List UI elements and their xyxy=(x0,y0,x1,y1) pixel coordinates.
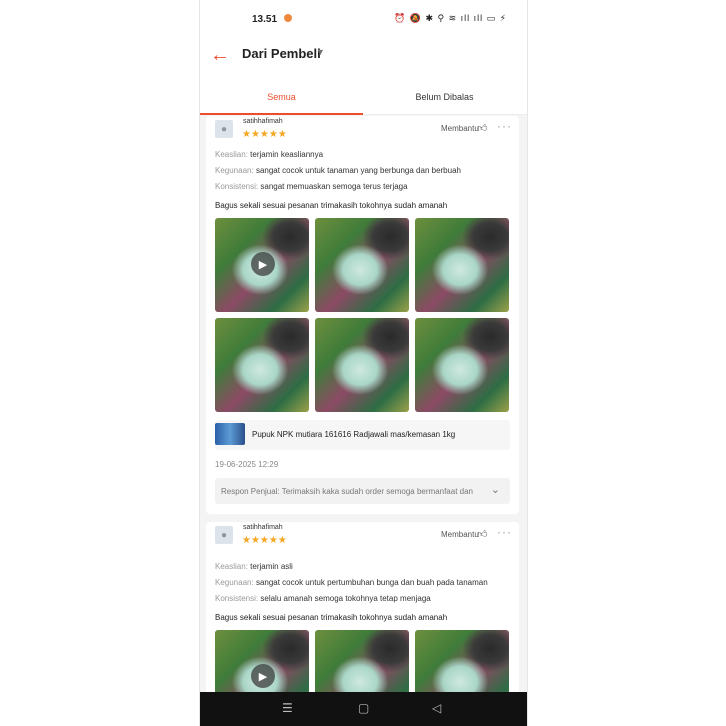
attribute-row: Keaslian: terjamin keasliannya xyxy=(215,150,323,159)
review-video-thumbnail[interactable]: ▶ xyxy=(215,218,309,312)
notification-icon xyxy=(284,14,292,22)
product-link[interactable]: Pupuk NPK mutiara 161616 Radjawali mas/k… xyxy=(215,420,510,450)
back-icon[interactable]: ◁ xyxy=(432,701,441,715)
attribute-row: Konsistensi: selalu amanah semoga tokohn… xyxy=(215,594,431,603)
seller-response-text: Respon Penjual: Terimaksih kaka sudah or… xyxy=(221,487,473,496)
play-icon[interactable]: ▶ xyxy=(251,664,275,688)
more-options-icon[interactable]: ··· xyxy=(497,525,512,539)
helpful-label[interactable]: Membantu xyxy=(441,124,479,133)
avatar: ● xyxy=(215,526,233,544)
attribute-row: Keaslian: terjamin asli xyxy=(215,562,293,571)
tab-belum-dibalas[interactable]: Belum Dibalas xyxy=(363,92,526,102)
star-rating: ★★★★★ xyxy=(242,129,287,140)
phone-screen: 13.51 ⏰ 🔕 ✱ ⚲ ≋ ıll ıll ▭ ⚡ ← Dari Pembe… xyxy=(199,0,528,726)
attribute-key: Konsistensi: xyxy=(215,182,259,191)
attribute-key: Keaslian: xyxy=(215,562,248,571)
attribute-key: Konsistensi: xyxy=(215,594,259,603)
review-card: ● satihhafimah ★★★★★ Membantu 👍︎ ··· Kea… xyxy=(206,522,519,724)
attribute-value: sangat memuaskan semoga terus terjaga xyxy=(260,182,408,191)
attribute-row: Kegunaan: sangat cocok untuk tanaman yan… xyxy=(215,166,461,175)
review-photo[interactable] xyxy=(415,318,509,412)
review-tabs: Semua Belum Dibalas xyxy=(200,82,527,115)
chevron-down-icon[interactable]: ▼ xyxy=(316,47,325,57)
review-comment: Bagus sekali sesuai pesanan trimakasih t… xyxy=(215,201,448,210)
reviewer-name: satihhafimah xyxy=(243,118,283,125)
reviewer-name: satihhafimah xyxy=(243,524,283,531)
recent-apps-icon[interactable]: ☰ xyxy=(282,701,293,715)
thumbs-up-icon[interactable]: 👍︎ xyxy=(477,122,487,134)
attribute-value: terjamin keasliannya xyxy=(250,150,324,159)
attribute-value: sangat cocok untuk pertumbuhan bunga dan… xyxy=(255,578,488,587)
product-name: Pupuk NPK mutiara 161616 Radjawali mas/k… xyxy=(252,430,456,439)
app-header: ← Dari Pembeli ▼ xyxy=(200,38,527,82)
attribute-key: Kegunaan: xyxy=(215,166,254,175)
attribute-row: Konsistensi: sangat memuaskan semoga ter… xyxy=(215,182,408,191)
review-photo[interactable] xyxy=(215,318,309,412)
star-rating: ★★★★★ xyxy=(242,535,287,546)
chevron-down-icon[interactable]: ⌄ xyxy=(491,483,500,496)
review-photo[interactable] xyxy=(315,218,409,312)
status-time: 13.51 xyxy=(252,14,278,25)
review-photo[interactable] xyxy=(315,318,409,412)
attribute-value: terjamin asli xyxy=(250,562,293,571)
helpful-label[interactable]: Membantu xyxy=(441,530,479,539)
attribute-key: Kegunaan: xyxy=(215,578,254,587)
review-comment: Bagus sekali sesuai pesanan trimakasih t… xyxy=(215,613,448,622)
page-title[interactable]: Dari Pembeli xyxy=(242,46,321,61)
home-icon[interactable]: ▢ xyxy=(358,701,369,715)
attribute-value: selalu amanah semoga tokohnya tetap menj… xyxy=(260,594,431,603)
avatar: ● xyxy=(215,120,233,138)
tab-semua[interactable]: Semua xyxy=(200,92,363,102)
system-nav-bar: ☰ ▢ ◁ xyxy=(200,692,527,726)
product-thumbnail xyxy=(215,423,245,445)
status-icons: ⏰ 🔕 ✱ ⚲ ≋ ıll ıll ▭ ⚡ xyxy=(394,13,507,23)
review-photo[interactable] xyxy=(415,218,509,312)
status-bar: 13.51 ⏰ 🔕 ✱ ⚲ ≋ ıll ıll ▭ ⚡ xyxy=(200,0,527,38)
thumbs-up-icon[interactable]: 👍︎ xyxy=(477,528,487,540)
back-arrow-icon[interactable]: ← xyxy=(210,44,230,67)
attribute-value: sangat cocok untuk tanaman yang berbunga… xyxy=(255,166,461,175)
play-icon[interactable]: ▶ xyxy=(251,252,275,276)
attribute-row: Kegunaan: sangat cocok untuk pertumbuhan… xyxy=(215,578,488,587)
attribute-key: Keaslian: xyxy=(215,150,248,159)
more-options-icon[interactable]: ··· xyxy=(497,119,512,133)
active-tab-indicator xyxy=(200,113,363,115)
review-date: 19-06-2025 12:29 xyxy=(215,460,279,469)
seller-response[interactable]: Respon Penjual: Terimaksih kaka sudah or… xyxy=(215,478,510,504)
review-card: ● satihhafimah ★★★★★ Membantu 👍︎ ··· Kea… xyxy=(206,116,519,514)
